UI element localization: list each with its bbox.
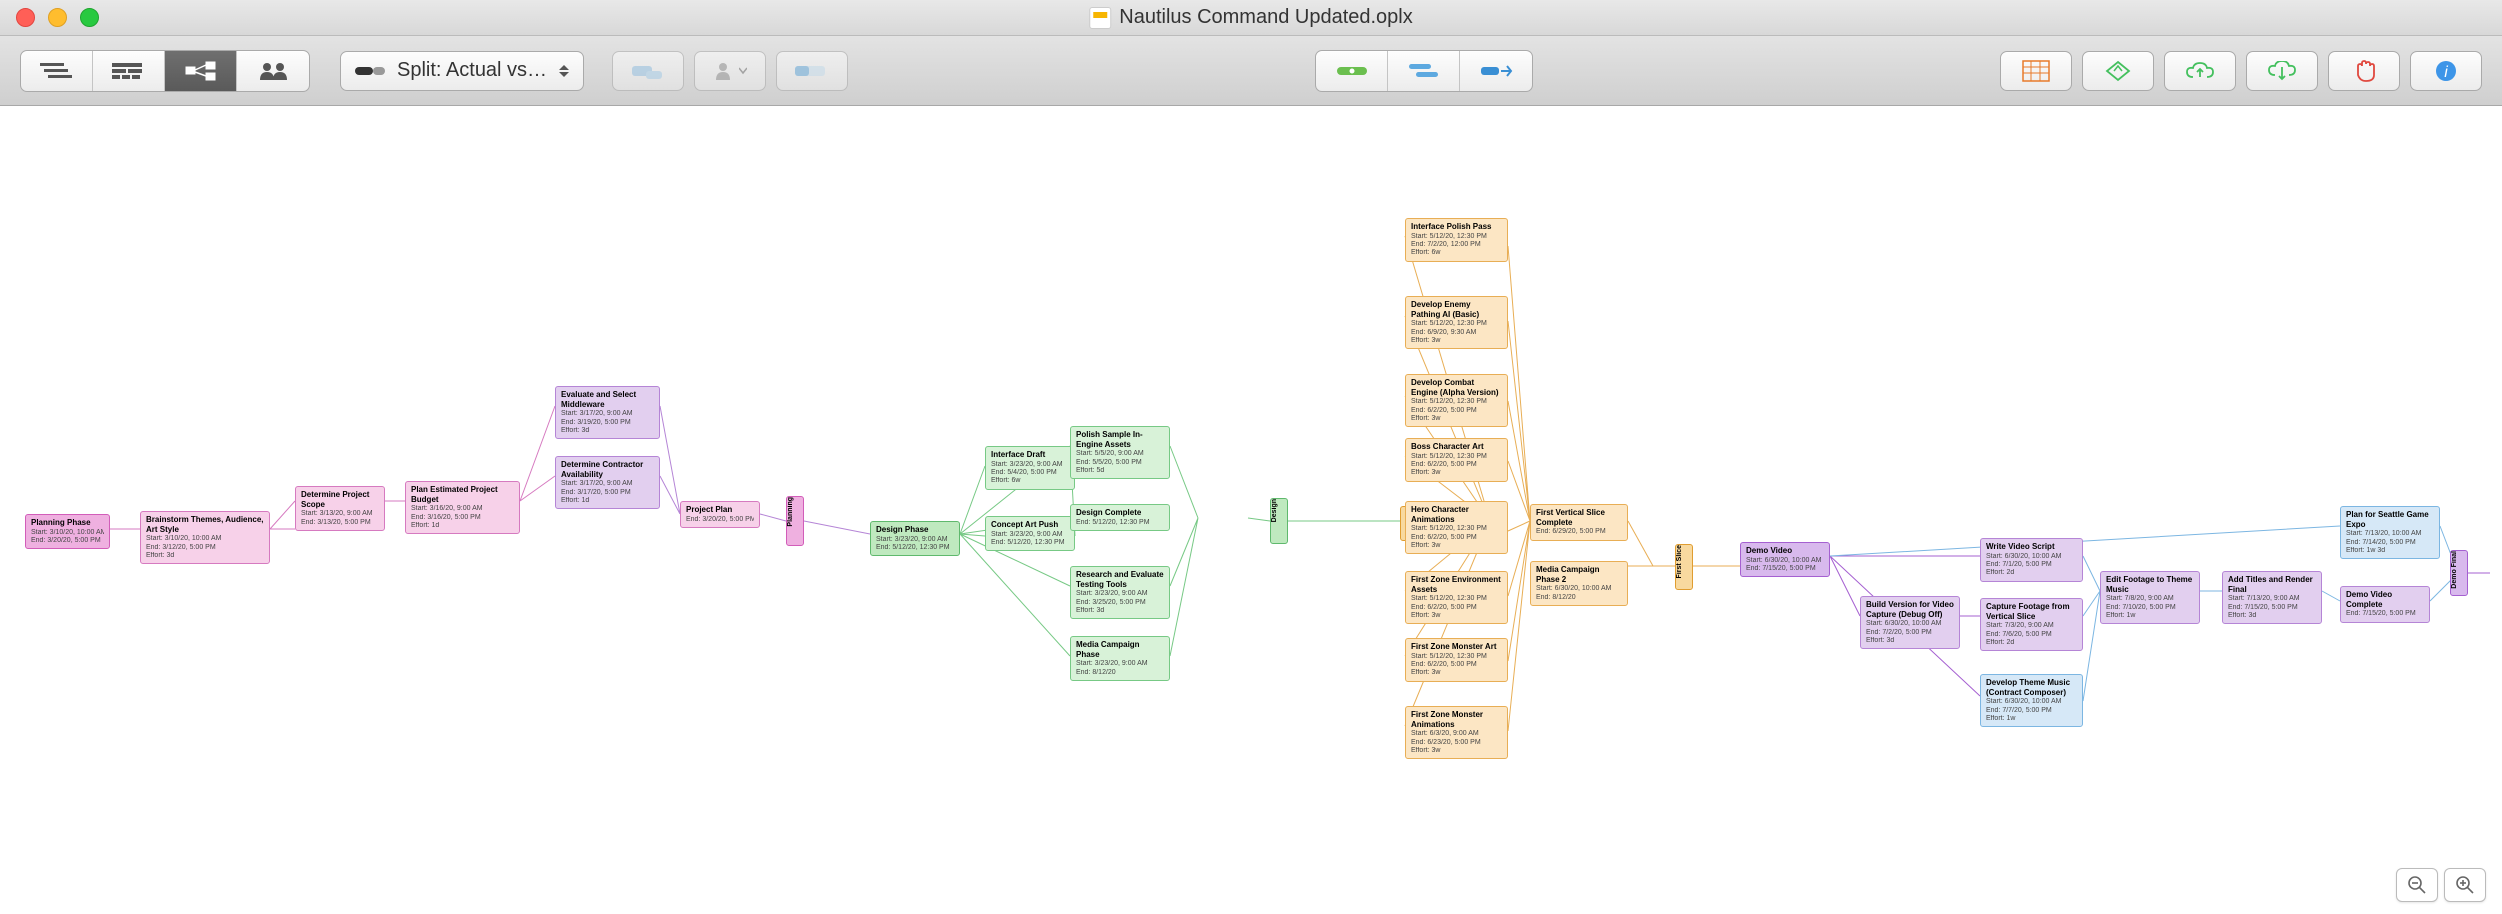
outline-icon <box>112 61 146 81</box>
node-combat-engine[interactable]: Develop Combat Engine (Alpha Version) St… <box>1405 374 1508 427</box>
node-contractor[interactable]: Determine Contractor Availability Start:… <box>555 456 660 509</box>
window-title-text: Nautilus Command Updated.oplx <box>1119 6 1413 29</box>
outline-view-button[interactable] <box>93 51 165 91</box>
reschedule-button[interactable] <box>1460 51 1532 91</box>
node-interface-polish[interactable]: Interface Polish Pass Start: 5/12/20, 12… <box>1405 218 1508 262</box>
document-icon <box>1089 7 1111 29</box>
milestone-slice[interactable]: First Slice <box>1675 544 1693 590</box>
node-budget[interactable]: Plan Estimated Project Budget Start: 3/1… <box>405 481 520 534</box>
window-title: Nautilus Command Updated.oplx <box>1089 6 1413 29</box>
traffic-lights <box>16 8 99 27</box>
node-capture-footage[interactable]: Capture Footage from Vertical Slice Star… <box>1980 598 2083 651</box>
zoom-out-button[interactable] <box>2396 868 2438 902</box>
node-scope[interactable]: Determine Project Scope Start: 3/13/20, … <box>295 486 385 531</box>
milestone-design[interactable]: Design <box>1270 498 1288 544</box>
zoom-in-button[interactable] <box>2444 868 2486 902</box>
split-bar-icon <box>355 63 385 79</box>
node-hero-animations[interactable]: Hero Character Animations Start: 5/12/20… <box>1405 501 1508 554</box>
node-planning-phase[interactable]: Planning Phase Start: 3/10/20, 10:00 AM … <box>25 514 110 549</box>
node-slice-complete[interactable]: First Vertical Slice Complete End: 6/29/… <box>1530 504 1628 541</box>
hand-icon <box>2352 59 2376 83</box>
node-build-capture[interactable]: Build Version for Video Capture (Debug O… <box>1860 596 1960 649</box>
node-edit-footage[interactable]: Edit Footage to Theme Music Start: 7/8/2… <box>2100 571 2200 624</box>
node-media-2[interactable]: Media Campaign Phase 2 Start: 6/30/20, 1… <box>1530 561 1628 606</box>
add-task-icon <box>632 62 664 80</box>
resource-view-button[interactable] <box>237 51 309 91</box>
node-middleware[interactable]: Evaluate and Select Middleware Start: 3/… <box>555 386 660 439</box>
node-design-phase[interactable]: Design Phase Start: 3/23/20, 9:00 AM End… <box>870 521 960 556</box>
node-interface-draft[interactable]: Interface Draft Start: 3/23/20, 9:00 AM … <box>985 446 1075 490</box>
node-demo-video[interactable]: Demo Video Start: 6/30/20, 10:00 AM End:… <box>1740 542 1830 577</box>
node-project-plan[interactable]: Project Plan End: 3/20/20, 5:00 PM <box>680 501 760 528</box>
title-bar: Nautilus Command Updated.oplx <box>0 0 2502 36</box>
simulations-button[interactable] <box>2082 51 2154 91</box>
diamond-icon <box>2103 60 2133 82</box>
grid-icon <box>2022 60 2050 82</box>
network-canvas[interactable]: Planning Phase Start: 3/10/20, 10:00 AM … <box>0 106 2502 914</box>
publish-button[interactable] <box>2164 51 2236 91</box>
zoom-out-icon <box>2407 875 2427 895</box>
toolbar: Split: Actual vs… i <box>0 36 2502 106</box>
cloud-up-icon <box>2185 61 2215 81</box>
node-monster-art[interactable]: First Zone Monster Art Start: 5/12/20, 1… <box>1405 638 1508 682</box>
node-boss-art[interactable]: Boss Character Art Start: 5/12/20, 12:30… <box>1405 438 1508 482</box>
align-button[interactable] <box>1388 51 1460 91</box>
add-resource-button[interactable] <box>694 51 766 91</box>
gantt-view-button[interactable] <box>21 51 93 91</box>
node-enemy-ai[interactable]: Develop Enemy Pathing AI (Basic) Start: … <box>1405 296 1508 349</box>
split-mode-dropdown[interactable]: Split: Actual vs… <box>340 51 584 91</box>
node-demo-complete[interactable]: Demo Video Complete End: 7/15/20, 5:00 P… <box>2340 586 2430 623</box>
progress-bar-icon <box>795 62 829 80</box>
filter-segment <box>1315 50 1533 92</box>
close-window-button[interactable] <box>16 8 35 27</box>
node-research-tools[interactable]: Research and Evaluate Testing Tools Star… <box>1070 566 1170 619</box>
import-button[interactable] <box>2246 51 2318 91</box>
node-plan-expo[interactable]: Plan for Seattle Game Expo Start: 7/13/2… <box>2340 506 2440 559</box>
node-brainstorm[interactable]: Brainstorm Themes, Audience, Art Style S… <box>140 511 270 564</box>
reports-button[interactable] <box>2000 51 2072 91</box>
node-write-script[interactable]: Write Video Script Start: 6/30/20, 10:00… <box>1980 538 2083 582</box>
minimize-window-button[interactable] <box>48 8 67 27</box>
node-monster-anim[interactable]: First Zone Monster Animations Start: 6/3… <box>1405 706 1508 759</box>
node-media-phase[interactable]: Media Campaign Phase Start: 3/23/20, 9:0… <box>1070 636 1170 681</box>
svg-text:i: i <box>2444 64 2448 81</box>
info-icon: i <box>2434 59 2458 83</box>
cloud-down-icon <box>2267 61 2297 81</box>
catch-up-button[interactable] <box>776 51 848 91</box>
hand-tool-button[interactable] <box>2328 51 2400 91</box>
view-mode-segment <box>20 50 310 92</box>
node-design-complete[interactable]: Design Complete End: 5/12/20, 12:30 PM <box>1070 504 1170 531</box>
network-view-button[interactable] <box>165 51 237 91</box>
node-concept-art[interactable]: Concept Art Push Start: 3/23/20, 9:00 AM… <box>985 516 1075 551</box>
milestone-planning[interactable]: Planning <box>786 496 804 546</box>
level-button[interactable] <box>1316 51 1388 91</box>
node-titles-render[interactable]: Add Titles and Render Final Start: 7/13/… <box>2222 571 2322 624</box>
gantt-icon <box>40 61 74 81</box>
network-icon <box>184 61 218 81</box>
align-icon <box>1407 62 1441 80</box>
node-theme-music[interactable]: Develop Theme Music (Contract Composer) … <box>1980 674 2083 727</box>
people-icon <box>256 60 290 82</box>
zoom-controls <box>2396 868 2486 902</box>
inspector-button[interactable]: i <box>2410 51 2482 91</box>
chevron-down-icon <box>739 67 747 75</box>
split-mode-label: Split: Actual vs… <box>397 59 547 82</box>
reschedule-icon <box>1479 62 1513 80</box>
person-icon <box>713 61 733 81</box>
fullscreen-window-button[interactable] <box>80 8 99 27</box>
zoom-in-icon <box>2455 875 2475 895</box>
chevron-updown-icon <box>559 65 569 77</box>
node-polish-engine[interactable]: Polish Sample In-Engine Assets Start: 5/… <box>1070 426 1170 479</box>
level-icon <box>1335 62 1369 80</box>
node-zone-env[interactable]: First Zone Environment Assets Start: 5/1… <box>1405 571 1508 624</box>
milestone-demo[interactable]: Demo Final <box>2450 550 2468 596</box>
add-task-button[interactable] <box>612 51 684 91</box>
